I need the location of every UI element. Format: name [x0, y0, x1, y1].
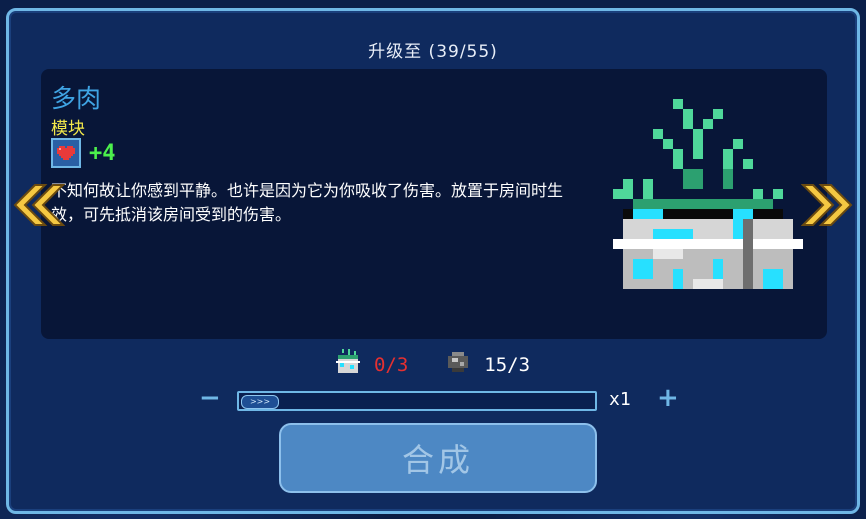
item-description: 不知何故让你感到平静。也许是因为它为你吸收了伤害。放置于房间时生效，可先抵消该房…: [51, 181, 564, 224]
chevron-left-icon: [13, 184, 66, 226]
craft-button[interactable]: 合成: [279, 423, 597, 493]
slider-thumb[interactable]: >>>: [241, 395, 279, 409]
upgrade-dialog: 升级至 (39/55) 多肉 模块 +4 不知何故让你感到平静。也许是因为它为你…: [6, 8, 860, 514]
quantity-slider[interactable]: >>>: [237, 391, 597, 411]
quantity-row: − >>> x1 +: [199, 383, 679, 413]
heart-icon: [51, 138, 81, 168]
stat-value: +4: [89, 140, 116, 166]
increase-button[interactable]: +: [657, 383, 679, 413]
item-panel: 多肉 模块 +4 不知何故让你感到平静。也许是因为它为你吸收了伤害。放置于房间时…: [41, 69, 827, 339]
succulent-cost: 0/3: [373, 353, 409, 376]
quantity-multiplier: x1: [609, 389, 631, 410]
prev-item-button[interactable]: [11, 183, 66, 231]
ore-icon: [446, 350, 470, 379]
item-type: 模块: [51, 119, 85, 139]
ore-cost: 15/3: [484, 353, 531, 376]
dialog-title: 升级至 (39/55): [368, 42, 498, 62]
item-name: 多肉: [51, 84, 102, 113]
decrease-button[interactable]: −: [199, 383, 221, 413]
chevron-right-icon: [800, 184, 853, 226]
item-image: [603, 99, 813, 313]
next-item-button[interactable]: [800, 183, 855, 231]
stat-row: +4: [51, 138, 116, 168]
cost-row: 0/3 15/3: [9, 349, 857, 380]
succulent-icon: [335, 349, 360, 380]
